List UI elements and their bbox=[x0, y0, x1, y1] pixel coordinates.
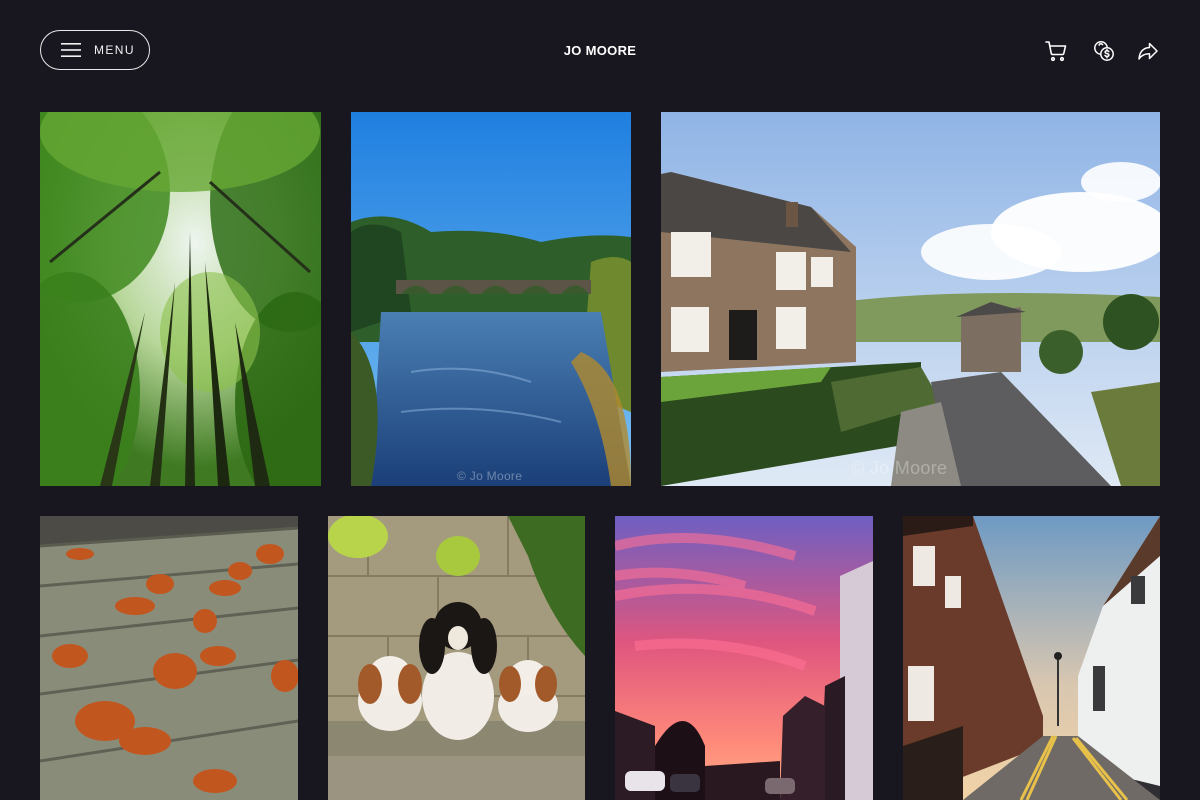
forest-canopy-image bbox=[40, 112, 321, 486]
site-header: MENU JO MOORE bbox=[0, 0, 1200, 100]
cobbled-street-image bbox=[903, 516, 1160, 800]
photo-autumn-leaves[interactable] bbox=[40, 516, 298, 800]
share-icon bbox=[1138, 42, 1158, 60]
site-brand[interactable]: JO MOORE bbox=[0, 43, 1200, 58]
photo-cobbled-street[interactable] bbox=[903, 516, 1160, 800]
cart-icon bbox=[1045, 41, 1067, 62]
watermark: © Jo Moore bbox=[457, 469, 523, 483]
photo-river-bridge[interactable]: © Jo Moore bbox=[351, 112, 631, 486]
stone-cottage-image bbox=[661, 112, 1160, 486]
photo-forest-canopy[interactable] bbox=[40, 112, 321, 486]
watermark: © Jo Moore bbox=[851, 458, 948, 478]
photo-pink-sunset[interactable] bbox=[615, 516, 873, 800]
photo-three-dogs[interactable] bbox=[328, 516, 585, 800]
currency-button[interactable] bbox=[1092, 39, 1116, 63]
cart-button[interactable] bbox=[1044, 39, 1068, 63]
share-button[interactable] bbox=[1136, 39, 1160, 63]
currency-exchange-icon bbox=[1094, 41, 1114, 61]
river-bridge-image bbox=[351, 112, 631, 486]
three-dogs-image bbox=[328, 516, 585, 800]
pink-sunset-image bbox=[615, 516, 873, 800]
photo-stone-cottage[interactable]: © Jo Moore bbox=[661, 112, 1160, 486]
autumn-leaves-image bbox=[40, 516, 298, 800]
